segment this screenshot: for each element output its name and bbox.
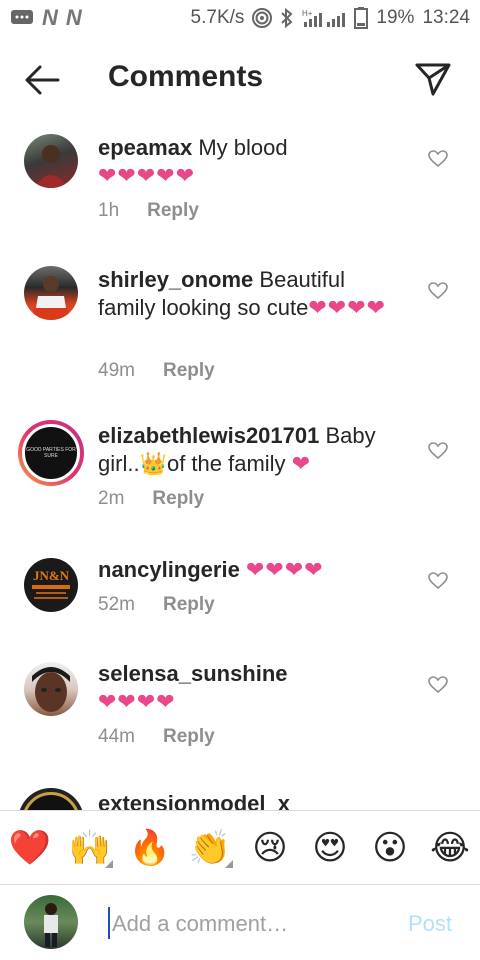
direct-send-icon[interactable] [414, 60, 452, 98]
comment-hearts: ❤ [291, 451, 312, 476]
emoji-reaction-bar: ❤️ 🙌 🔥 👏 😢 😍 😮 😂 [0, 810, 480, 884]
emoji-heart: ❤️ [8, 828, 52, 867]
avatar[interactable] [24, 662, 78, 716]
emoji-surprised: 😮 [372, 828, 408, 867]
emoji-crying: 😢 [252, 828, 288, 867]
emoji-surprised-button[interactable]: 😮 [365, 828, 415, 868]
like-heart-icon[interactable] [428, 150, 448, 168]
text-cursor [108, 907, 110, 939]
comment-input[interactable] [112, 907, 392, 941]
comment-text: nancylingerie ❤❤❤❤ [98, 556, 408, 584]
clock: 13:24 [422, 7, 470, 28]
comment-meta: 52m Reply [98, 594, 215, 616]
like-heart-icon[interactable] [428, 442, 448, 460]
comment-body: My blood [198, 135, 288, 160]
header: Comments [0, 44, 480, 116]
comment-meta: 2m Reply [98, 488, 204, 510]
comment-hearts: ❤❤❤❤ [245, 557, 324, 582]
notification-n-icon: N [65, 5, 82, 30]
battery-icon [354, 7, 369, 29]
comment-meta: 1h Reply [98, 200, 199, 222]
svg-text:JN&N: JN&N [33, 568, 70, 583]
comment-username[interactable]: selensa_sunshine [98, 661, 288, 686]
comment-time: 44m [98, 726, 135, 747]
status-bar: N N 5.7K/s H+ 19% 13:24 [0, 0, 480, 36]
reply-button[interactable]: Reply [152, 488, 204, 510]
comment-input-bar: Post [0, 884, 480, 960]
emoji-heart-eyes: 😍 [312, 828, 348, 867]
like-heart-icon[interactable] [428, 676, 448, 694]
comment-text: selensa_sunshine ❤❤❤❤ [98, 660, 408, 716]
skin-tone-indicator [105, 859, 113, 868]
emoji-clap-button[interactable]: 👏 [185, 828, 235, 868]
emoji-fire-button[interactable]: 🔥 [125, 828, 175, 868]
emoji-raised-hands-button[interactable]: 🙌 [65, 828, 115, 868]
back-arrow-icon[interactable] [22, 62, 62, 98]
emoji-heart-eyes-button[interactable]: 😍 [305, 828, 355, 868]
avatar[interactable] [24, 134, 78, 188]
skin-tone-indicator [225, 859, 233, 868]
hotspot-icon [252, 8, 273, 28]
comment-hearts: ❤❤❤❤ [308, 295, 387, 320]
comment-time: 49m [98, 360, 135, 381]
avatar[interactable]: JN&N [24, 558, 78, 612]
comment-username[interactable]: elizabethlewis201701 [98, 423, 319, 448]
network-speed: 5.7K/s [190, 7, 245, 28]
svg-text:H+: H+ [302, 9, 313, 18]
comment-time: 1h [98, 200, 120, 221]
comment-username[interactable]: shirley_onome [98, 267, 253, 292]
avatar[interactable] [24, 266, 78, 320]
comment-hearts: ❤❤❤❤❤ [98, 163, 196, 188]
emoji-fire: 🔥 [128, 828, 172, 867]
comment-time: 52m [98, 594, 135, 615]
battery-percent: 19% [376, 7, 415, 28]
emoji-laughing-button[interactable]: 😂 [425, 828, 475, 868]
bluetooth-icon [280, 8, 294, 28]
signal-icon: H+ [302, 8, 346, 28]
post-button[interactable]: Post [408, 911, 452, 937]
comment-time: 2m [98, 488, 125, 509]
like-heart-icon[interactable] [428, 572, 448, 590]
comment-meta: 49m Reply [98, 360, 215, 382]
avatar-story-ring[interactable] [18, 788, 84, 810]
current-user-avatar [24, 895, 78, 949]
avatar [22, 792, 80, 810]
comment-list[interactable]: epeamax My blood ❤❤❤❤❤ 1h Reply shirley_… [0, 120, 480, 810]
emoji-crying-button[interactable]: 😢 [245, 828, 295, 868]
emoji-laughing: 😂 [430, 828, 470, 867]
reply-button[interactable]: Reply [163, 726, 215, 748]
comment-username[interactable]: epeamax [98, 135, 192, 160]
comment-username[interactable]: nancylingerie [98, 557, 240, 582]
avatar-story-ring[interactable]: GOOD PARTIES FOR SURE [18, 420, 84, 486]
comment-text: epeamax My blood ❤❤❤❤❤ [98, 134, 408, 190]
comment-text: shirley_onome Beautiful family looking s… [98, 266, 408, 322]
comment-meta: 44m Reply [98, 726, 215, 748]
notification-n-icon: N [42, 5, 58, 30]
avatar-caption: GOOD PARTIES FOR SURE [26, 447, 76, 459]
comment-text: extensionmodel_x [98, 790, 408, 810]
comment-hearts: ❤❤❤❤ [98, 689, 176, 714]
comment-text: elizabethlewis201701 Baby girl..👑of the … [98, 422, 408, 478]
page-title: Comments [108, 60, 264, 93]
reply-button[interactable]: Reply [147, 200, 199, 222]
message-icon [10, 9, 34, 27]
avatar: GOOD PARTIES FOR SURE [22, 424, 80, 482]
emoji-heart-button[interactable]: ❤️ [5, 828, 55, 868]
like-heart-icon[interactable] [428, 282, 448, 300]
comment-username[interactable]: extensionmodel_x [98, 791, 290, 810]
reply-button[interactable]: Reply [163, 594, 215, 616]
reply-button[interactable]: Reply [163, 360, 215, 382]
